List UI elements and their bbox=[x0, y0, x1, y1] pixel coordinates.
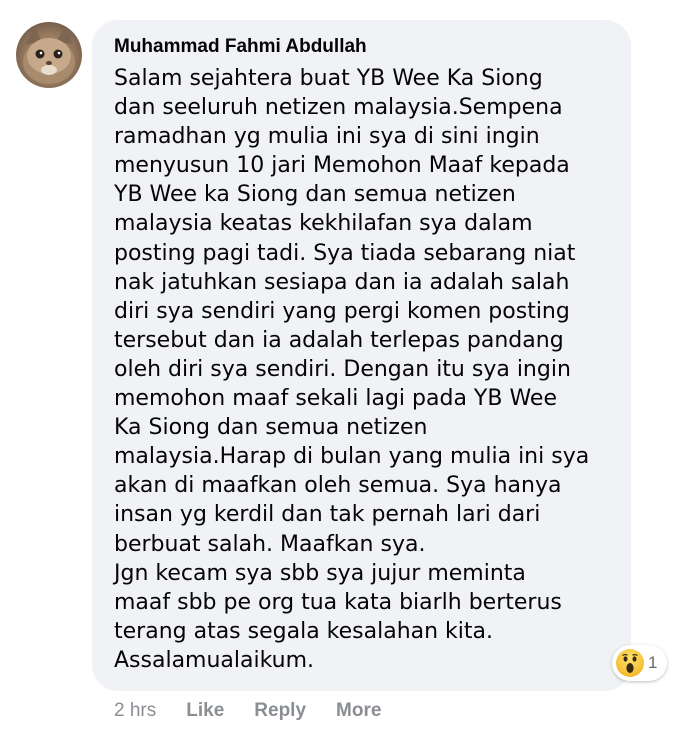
like-button[interactable]: Like bbox=[186, 700, 224, 722]
comment-line: malaysia keatas kekhilafan sya dalam bbox=[114, 211, 533, 237]
comment-text: Salam sejahtera buat YB Wee Ka Siong dan… bbox=[114, 64, 611, 675]
comment-line: akan di maafkan oleh semua. Sya hanya bbox=[114, 473, 562, 499]
comment-line: YB Wee ka Siong dan semua netizen bbox=[114, 182, 516, 208]
comment-author[interactable]: Muhammad Fahmi Abdullah bbox=[114, 36, 611, 58]
comment-line: Ka Siong dan semua netizen bbox=[114, 415, 428, 441]
comment-line: malaysia.Harap di bulan yang mulia ini s… bbox=[114, 444, 590, 470]
comment-line: berbuat salah. Maafkan sya. bbox=[114, 531, 426, 557]
wow-reaction-icon bbox=[616, 649, 644, 677]
comment-line: ramadhan yg mulia ini sya di sini ingin bbox=[114, 124, 540, 150]
more-button[interactable]: More bbox=[336, 700, 381, 722]
comment-line: insan yg kerdil dan tak pernah lari dari bbox=[114, 502, 541, 528]
comment-line: menyusun 10 jari Memohon Maaf kepada bbox=[114, 153, 570, 179]
comment-line: dan seeluruh netizen malaysia.Sempena bbox=[114, 95, 563, 121]
comment-bubble: Muhammad Fahmi Abdullah Salam sejahtera … bbox=[92, 20, 631, 691]
comment-line: memohon maaf sekali lagi pada YB Wee bbox=[114, 386, 557, 412]
cat-avatar-icon bbox=[23, 26, 75, 84]
comment-line: Assalamualaikum. bbox=[114, 647, 315, 673]
comment-actions: 2 hrs Like Reply More bbox=[114, 700, 411, 722]
comment-line: nak jatuhkan sesiapa dan ia adalah salah bbox=[114, 269, 570, 295]
reaction-summary[interactable]: 1 bbox=[612, 645, 668, 681]
comment-line: maaf sbb pe org tua kata biarlh berterus bbox=[114, 589, 562, 615]
comment-timestamp[interactable]: 2 hrs bbox=[114, 700, 156, 722]
comment-line: Salam sejahtera buat YB Wee Ka Siong bbox=[114, 66, 543, 91]
comment-line: terang atas segala kesalahan kita. bbox=[114, 618, 494, 644]
avatar[interactable] bbox=[16, 22, 82, 88]
reply-button[interactable]: Reply bbox=[254, 700, 306, 722]
comment-line: diri sya sendiri yang pergi komen postin… bbox=[114, 298, 570, 324]
comment-line: Jgn kecam sya sbb sya jujur meminta bbox=[114, 560, 526, 586]
comment-line: tersebut dan ia adalah terlepas pandang bbox=[114, 327, 564, 353]
comment-line: posting pagi tadi. Sya tiada sebarang ni… bbox=[114, 240, 576, 266]
comment-line: oleh diri sya sendiri. Dengan itu sya in… bbox=[114, 356, 571, 382]
reaction-count: 1 bbox=[648, 653, 658, 672]
